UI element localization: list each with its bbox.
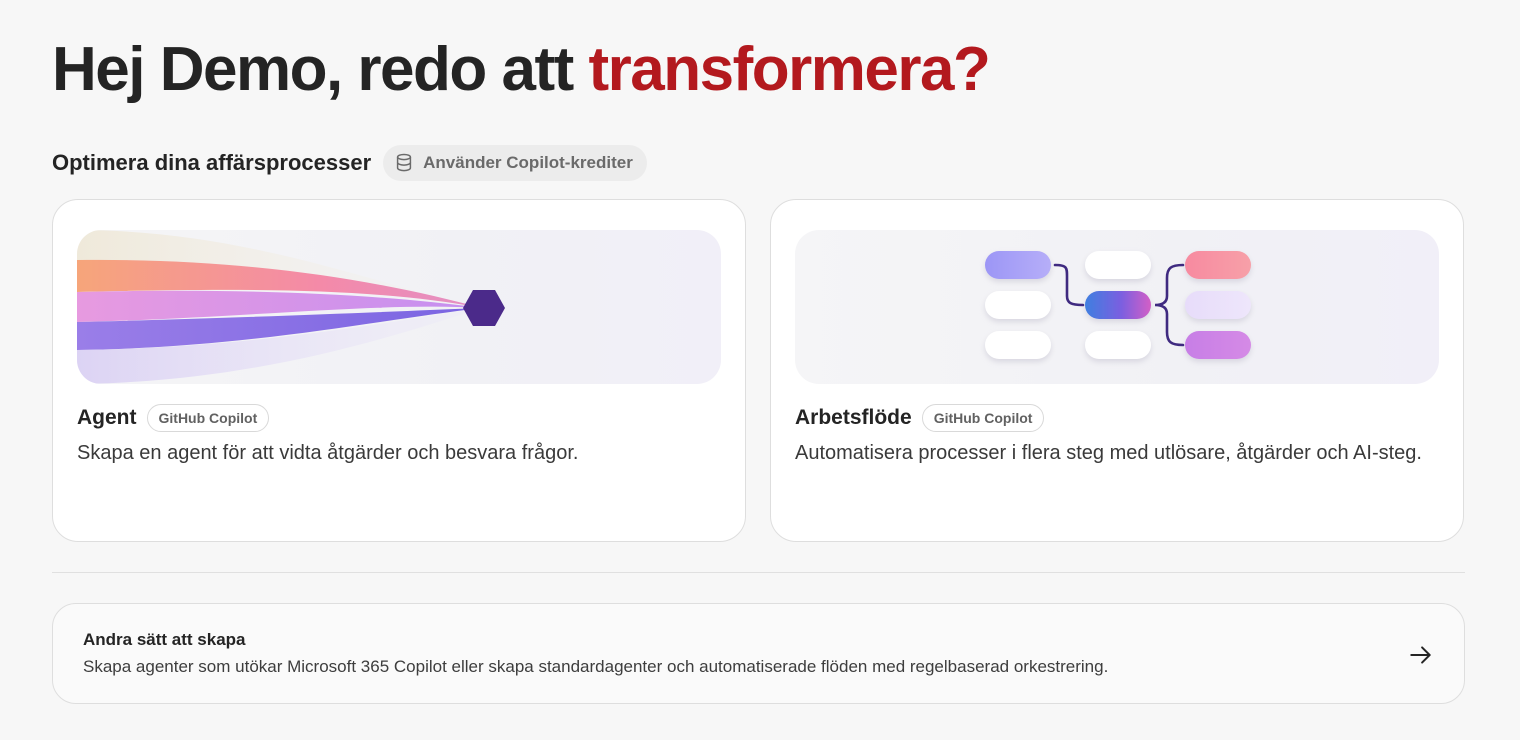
agent-card-description: Skapa en agent för att vidta åtgärder oc… — [77, 442, 579, 464]
agent-card[interactable]: Agent GitHub Copilot Skapa en agent för … — [52, 199, 746, 542]
agent-github-copilot-chip: GitHub Copilot — [146, 404, 270, 432]
database-icon — [396, 153, 412, 172]
other-ways-description: Skapa agenter som utökar Microsoft 365 C… — [83, 657, 1109, 676]
create-page: Hej Demo, redo att transformera? Optimer… — [52, 0, 1465, 740]
workflow-nodes-graphic — [985, 251, 1251, 359]
workflow-illustration — [795, 230, 1439, 384]
agent-streams-graphic — [77, 230, 505, 384]
hero-accent: transformera? — [588, 35, 991, 104]
copilot-credits-badge: Använder Copilot-krediter — [383, 145, 647, 181]
workflow-card-header: Arbetsflöde GitHub Copilot — [795, 403, 1045, 433]
other-ways-title: Andra sätt att skapa — [83, 630, 246, 649]
copilot-credits-label: Använder Copilot-krediter — [423, 153, 633, 172]
section-title: Optimera dina affärsprocesser — [52, 150, 372, 175]
arrow-right-icon[interactable] — [1408, 642, 1434, 668]
page-title: Hej Demo, redo att transformera? — [52, 34, 991, 106]
section-divider — [52, 572, 1465, 573]
agent-illustration — [77, 230, 721, 384]
workflow-github-copilot-chip: GitHub Copilot — [921, 404, 1045, 432]
workflow-card-description: Automatisera processer i flera steg med … — [795, 442, 1422, 464]
agent-card-header: Agent GitHub Copilot — [77, 403, 270, 433]
workflow-card-title: Arbetsflöde — [795, 406, 912, 429]
other-ways-to-create-card[interactable]: Andra sätt att skapa Skapa agenter som u… — [52, 603, 1465, 704]
section-header: Optimera dina affärsprocesser Använder C… — [52, 145, 647, 181]
agent-card-title: Agent — [77, 406, 137, 429]
workflow-card[interactable]: Arbetsflöde GitHub Copilot Automatisera … — [770, 199, 1464, 542]
hero-greeting: Hej Demo, redo att — [52, 35, 589, 104]
